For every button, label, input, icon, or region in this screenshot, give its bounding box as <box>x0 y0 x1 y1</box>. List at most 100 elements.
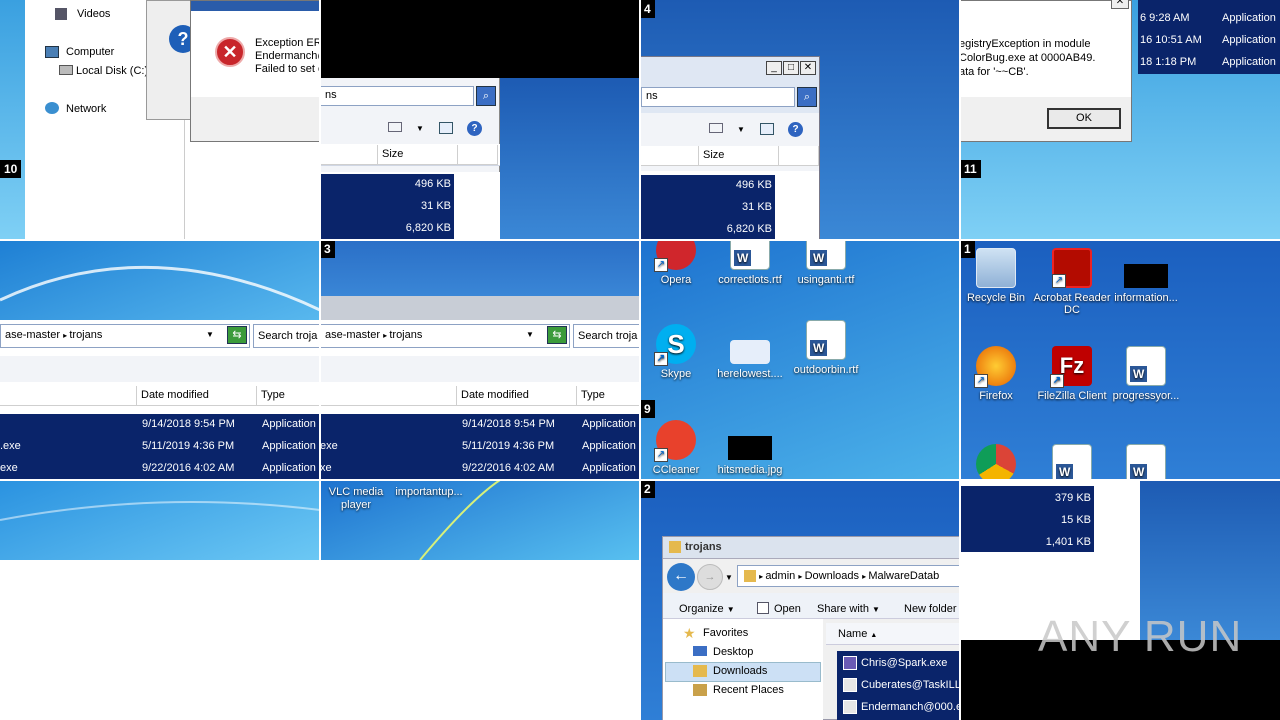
maximize-button[interactable]: □ <box>783 61 799 75</box>
desktop-icon-opera[interactable]: ↗ Opera <box>640 240 716 286</box>
chevron-down-icon[interactable]: ▼ <box>206 330 214 339</box>
desktop-icon-filezilla[interactable]: Fz ↗ FileZilla Client <box>1032 346 1112 402</box>
desktop-icon-vlc-label[interactable]: VLC media player <box>326 486 386 512</box>
refresh-icon[interactable]: ⇆ <box>227 326 247 344</box>
open-icon <box>757 602 769 614</box>
new-folder-button[interactable]: New folder <box>904 603 957 615</box>
refresh-icon[interactable]: ⇆ <box>547 326 567 344</box>
column-extra[interactable] <box>779 146 819 166</box>
chevron-down-icon[interactable]: ▼ <box>526 330 534 339</box>
file-name[interactable]: exe <box>320 440 338 452</box>
desktop-icon-firefox[interactable]: ↗ Firefox <box>960 346 1036 402</box>
close-button[interactable]: ✕ <box>1111 0 1129 9</box>
help-icon[interactable]: ? <box>788 122 803 137</box>
preview-pane-icon[interactable] <box>760 123 774 135</box>
desktop-icon-doc[interactable] <box>1032 444 1112 480</box>
nav-videos[interactable]: Videos <box>77 8 110 20</box>
desktop-icon <box>693 646 707 656</box>
breadcrumb[interactable]: trojans <box>389 329 422 341</box>
file-name[interactable]: Cuberates@TaskILL <box>861 679 960 691</box>
nav-desktop[interactable]: Desktop <box>713 646 753 658</box>
desktop-icon-acrobat[interactable]: ↗ Acrobat Reader DC <box>1032 248 1112 316</box>
address-bar[interactable]: ▸ admin ▸ Downloads ▸ MalwareDatab <box>737 565 960 587</box>
desktop-icon-chrome[interactable] <box>960 444 1036 480</box>
nav-favorites[interactable]: Favorites <box>703 627 748 639</box>
column-size[interactable]: Size <box>699 146 779 166</box>
address-bar[interactable]: ase-master ▸ trojans ▼ ⇆ <box>320 324 570 348</box>
nav-downloads[interactable]: Downloads <box>713 665 767 677</box>
column-date-modified[interactable]: Date modified <box>137 386 257 406</box>
close-button[interactable]: ✕ <box>800 61 816 75</box>
open-button[interactable]: Open <box>774 603 801 615</box>
address-bar[interactable]: ase-master ▸ trojans ▼ ⇆ <box>0 324 250 348</box>
file-date: 9/14/2018 9:54 PM <box>462 418 555 430</box>
desktop-icon-correctlots[interactable]: correctlots.rtf <box>710 240 790 286</box>
desktop-icon-ccleaner[interactable]: ↗ CCleaner <box>640 420 716 476</box>
chevron-down-icon[interactable]: ▼ <box>737 125 745 134</box>
share-with-button[interactable]: Share with ▼ <box>817 603 880 615</box>
grid-divider <box>0 479 1280 481</box>
file-size: 6,820 KB <box>726 223 772 235</box>
desktop-icon-outdoorbin[interactable]: outdoorbin.rtf <box>786 320 866 376</box>
column-date-modified[interactable]: Date modified <box>457 386 577 406</box>
downloads-folder-icon <box>693 665 707 677</box>
column-name[interactable] <box>320 145 378 165</box>
nav-recent-places[interactable]: Recent Places <box>713 684 784 696</box>
column-type[interactable]: Type <box>577 386 640 406</box>
forward-button[interactable]: → <box>697 564 723 590</box>
breadcrumb[interactable]: Downloads <box>805 570 859 582</box>
breadcrumb[interactable]: ase-master <box>325 329 380 341</box>
nav-network[interactable]: Network <box>66 103 106 115</box>
nav-computer[interactable]: Computer <box>66 46 114 58</box>
help-icon[interactable]: ? <box>467 121 482 136</box>
file-name[interactable]: exe <box>0 462 18 474</box>
column-name[interactable]: Name ▲ <box>826 623 960 645</box>
column-name[interactable] <box>0 386 137 406</box>
filezilla-icon: Fz ↗ <box>1050 346 1092 388</box>
view-options-icon[interactable] <box>709 123 723 133</box>
opera-icon: ↗ <box>654 240 696 272</box>
nav-local-disk[interactable]: Local Disk (C:) <box>76 65 148 77</box>
breadcrumb[interactable]: ase-master <box>5 329 60 341</box>
breadcrumb[interactable]: trojans <box>69 329 102 341</box>
view-options-icon[interactable] <box>388 122 402 132</box>
desktop-icon-information[interactable]: information... <box>1106 248 1186 304</box>
file-name[interactable]: xe <box>320 462 332 474</box>
column-type[interactable]: Type <box>257 386 320 406</box>
desktop-icon-hitsmedia[interactable]: hitsmedia.jpg <box>710 420 790 476</box>
preview-pane-icon[interactable] <box>439 122 453 134</box>
chevron-down-icon[interactable]: ▼ <box>725 573 733 582</box>
row-date: 16 10:51 AM <box>1140 34 1202 46</box>
favorites-star-icon: ★ <box>683 625 696 641</box>
desktop-icon-progressyor[interactable]: progressyor... <box>1106 346 1186 402</box>
chevron-down-icon[interactable]: ▼ <box>416 124 424 133</box>
search-icon[interactable]: ⌕ <box>797 87 817 107</box>
desktop-icon-skype[interactable]: S ↗ Skype <box>640 324 716 380</box>
desktop-icon-usinganti[interactable]: usinganti.rtf <box>786 240 866 286</box>
file-name[interactable]: .exe <box>0 440 21 452</box>
minimize-button[interactable]: _ <box>766 61 782 75</box>
organize-button[interactable]: Organize ▼ <box>679 603 735 615</box>
ccleaner-icon: ↗ <box>654 420 696 462</box>
column-size[interactable]: Size <box>378 145 458 165</box>
ok-button[interactable]: OK <box>1047 108 1121 129</box>
column-name[interactable] <box>320 386 457 406</box>
desktop-icon-herelowest[interactable]: herelowest.... <box>710 324 790 380</box>
file-date: 9/22/2016 4:02 AM <box>142 462 235 474</box>
desktop-strip <box>0 0 25 240</box>
breadcrumb[interactable]: MalwareDatab <box>868 570 939 582</box>
file-name[interactable]: Chris@Spark.exe <box>861 657 947 669</box>
search-input[interactable]: Search troja <box>253 324 320 348</box>
column-extra[interactable] <box>458 145 498 165</box>
search-input[interactable]: ns <box>641 87 795 107</box>
column-name[interactable] <box>641 146 699 166</box>
desktop-icon-importantup-label[interactable]: importantup... <box>394 486 464 498</box>
file-size: 31 KB <box>742 201 772 213</box>
file-name[interactable]: Endermanch@000.e <box>861 701 960 713</box>
search-icon[interactable]: ⌕ <box>476 86 496 106</box>
back-button[interactable]: ← <box>667 563 695 591</box>
search-input[interactable]: ns <box>320 86 474 106</box>
desktop-icon-doc[interactable] <box>1106 444 1186 480</box>
search-input[interactable]: Search troja <box>573 324 640 348</box>
breadcrumb[interactable]: admin <box>765 570 795 582</box>
